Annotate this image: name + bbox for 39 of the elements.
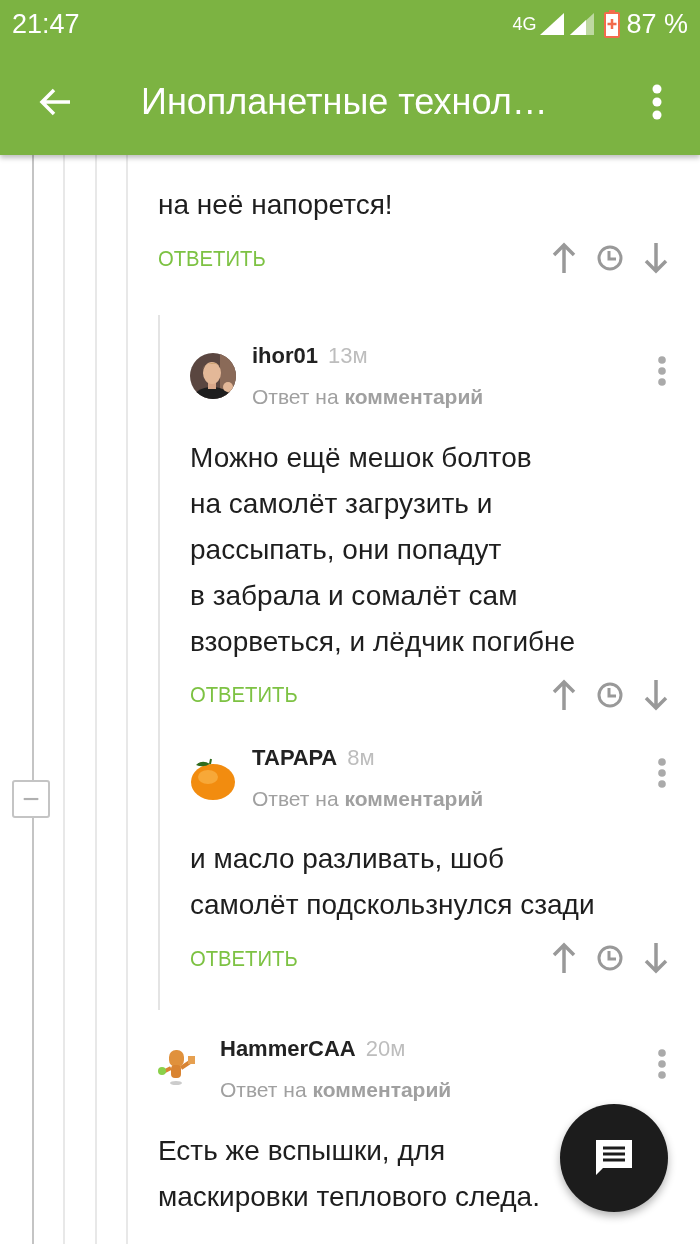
more-icon [658, 356, 666, 386]
down-arrow-icon [644, 678, 668, 711]
signal-icon [540, 13, 565, 35]
reply-to-text: Ответ на комментарий [252, 785, 485, 812]
down-arrow-icon [644, 942, 668, 974]
reply-link[interactable]: ОТВЕТИТЬ [158, 241, 266, 275]
collapse-button[interactable]: − [12, 780, 50, 818]
back-arrow-icon [38, 86, 72, 117]
more-icon [658, 757, 666, 788]
signal-icon [570, 13, 595, 35]
reply-link[interactable]: ОТВЕТИТЬ [190, 941, 298, 975]
reply-to-text: Ответ на комментарий [252, 384, 485, 410]
new-comment-button[interactable] [560, 1104, 668, 1212]
status-time: 21:47 [12, 7, 80, 41]
network-type: 4G [512, 12, 537, 36]
comment-text: на неё напорется! [158, 188, 393, 222]
reply-to-text: Ответ на комментарий [220, 1077, 453, 1103]
comment-time: 20м [365, 1035, 406, 1063]
comment-time: 8м [347, 743, 375, 772]
clock-icon [597, 681, 623, 708]
battery-level: 87 % [626, 7, 688, 41]
author-name[interactable]: ihor01 [252, 339, 319, 372]
up-arrow-icon [552, 942, 576, 974]
comment-text: и масло разливать, шоб самолёт подскользнулся сзади [190, 842, 595, 922]
comment-text: Есть же вспышки, для маскировки теплового следа. [158, 1133, 540, 1214]
comment-text: Можно ещё мешок болтов на самолёт загрузить и рассыпать, они попадут в забрала и сомалёт сам взорветься, и лёдчик погибне [190, 440, 576, 659]
author-name[interactable]: ТАРАРА [252, 740, 338, 774]
up-arrow-icon [552, 678, 576, 711]
more-icon [652, 83, 662, 120]
author-name[interactable]: HammerCAA [220, 1032, 356, 1065]
comment-time: 13м [328, 342, 368, 370]
clock-icon [597, 245, 623, 271]
clock-icon [597, 945, 623, 971]
down-arrow-icon [644, 242, 668, 274]
screen-title: Инопланетные технол… [141, 79, 549, 124]
battery-icon [604, 10, 621, 38]
more-icon [658, 1049, 666, 1079]
up-arrow-icon [552, 242, 576, 274]
reply-link[interactable]: ОТВЕТИТЬ [190, 678, 298, 711]
